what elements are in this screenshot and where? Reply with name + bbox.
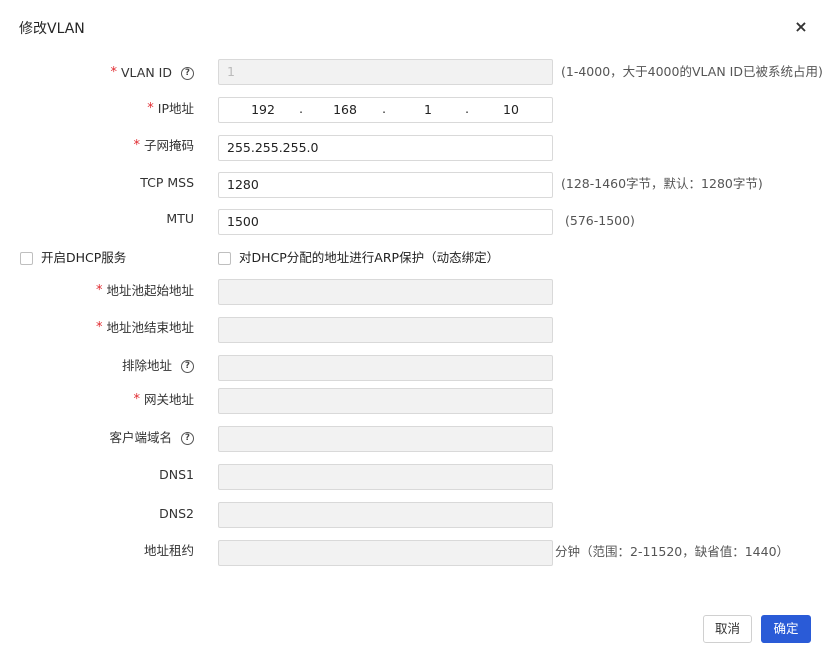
pool-start-label-text: 地址池起始地址 <box>106 283 194 298</box>
required-mark: * <box>133 138 140 153</box>
ip-dot: . <box>299 102 303 116</box>
dns2-label: DNS2 <box>159 506 194 522</box>
lease-hint: 分钟（范围：2-11520，缺省值：1440） <box>555 544 790 559</box>
client-domain-field <box>218 426 553 452</box>
arp-checkbox-label: 对DHCP分配的地址进行ARP保护（动态绑定） <box>239 250 500 265</box>
modify-vlan-dialog: 修改VLAN × * VLAN ID ? 1 (1-4000，大于4000的VL… <box>0 0 827 662</box>
mtu-label-text: MTU <box>166 211 194 226</box>
confirm-button[interactable]: 确定 <box>761 615 811 643</box>
help-icon[interactable]: ? <box>181 66 194 80</box>
ip-dot: . <box>465 102 469 116</box>
dhcp-checkbox-label: 开启DHCP服务 <box>41 250 127 265</box>
dns1-label-text: DNS1 <box>159 467 194 482</box>
dns2-label-text: DNS2 <box>159 506 194 521</box>
exclude-label-text: 排除地址 <box>121 358 172 373</box>
cancel-button[interactable]: 取消 <box>703 615 752 643</box>
client-domain-label: 客户端域名 ? <box>109 430 194 446</box>
help-icon[interactable]: ? <box>181 431 194 445</box>
pool-start-label: * 地址池起始地址 <box>96 283 194 299</box>
lease-label: 地址租约 <box>144 543 194 559</box>
dns1-field <box>218 464 553 490</box>
exclude-field <box>218 355 553 381</box>
required-mark: * <box>147 101 154 116</box>
help-icon[interactable]: ? <box>181 359 194 373</box>
mtu-hint: (576-1500) <box>565 213 635 228</box>
dns2-field <box>218 502 553 528</box>
lease-label-text: 地址租约 <box>143 543 194 558</box>
gateway-label-text: 网关地址 <box>143 392 194 407</box>
pool-end-label: * 地址池结束地址 <box>96 320 194 336</box>
dialog-title: 修改VLAN <box>19 21 85 37</box>
pool-end-field <box>218 317 553 343</box>
ip-label: * IP地址 <box>147 101 194 117</box>
tcp-mss-field[interactable]: 1280 <box>218 172 553 198</box>
tcp-mss-label-text: TCP MSS <box>140 175 194 190</box>
mtu-label: MTU <box>166 211 194 227</box>
tcp-mss-hint: (128-1460字节，默认：1280字节) <box>561 176 763 191</box>
required-mark: * <box>110 65 118 80</box>
ip-segment-2[interactable]: 168 <box>315 98 375 122</box>
client-domain-label-text: 客户端域名 <box>109 430 172 445</box>
pool-end-label-text: 地址池结束地址 <box>106 320 194 335</box>
tcp-mss-label: TCP MSS <box>140 175 194 191</box>
ip-segment-1[interactable]: 192 <box>233 98 293 122</box>
ip-address-field: 192 . 168 . 1 . 10 <box>218 97 553 123</box>
gateway-label: * 网关地址 <box>133 392 194 408</box>
mask-label: * 子网掩码 <box>133 138 194 154</box>
arp-protection-checkbox[interactable]: 对DHCP分配的地址进行ARP保护（动态绑定） <box>218 250 499 266</box>
ip-segment-3[interactable]: 1 <box>398 98 458 122</box>
pool-start-field <box>218 279 553 305</box>
exclude-label: 排除地址 ? <box>122 358 194 374</box>
checkbox-box[interactable] <box>218 251 231 265</box>
required-mark: * <box>133 392 140 407</box>
ip-dot: . <box>382 102 386 116</box>
mtu-field[interactable]: 1500 <box>218 209 553 235</box>
required-mark: * <box>95 320 103 335</box>
vlan-id-label: * VLAN ID ? <box>110 65 194 81</box>
close-icon[interactable]: × <box>794 19 808 35</box>
ip-segment-4[interactable]: 10 <box>481 98 541 122</box>
dhcp-checkbox[interactable]: 开启DHCP服务 <box>20 250 126 266</box>
checkbox-box[interactable] <box>20 251 33 265</box>
ip-label-text: IP地址 <box>157 101 194 116</box>
lease-field <box>218 540 553 566</box>
gateway-field <box>218 388 553 414</box>
subnet-mask-field[interactable]: 255.255.255.0 <box>218 135 553 161</box>
vlan-id-label-text: VLAN ID <box>121 65 172 80</box>
dns1-label: DNS1 <box>159 467 194 483</box>
vlan-id-hint: (1-4000，大于4000的VLAN ID已被系统占用) <box>561 64 823 79</box>
vlan-id-field: 1 <box>218 59 553 85</box>
mask-label-text: 子网掩码 <box>143 138 194 153</box>
required-mark: * <box>95 283 103 298</box>
